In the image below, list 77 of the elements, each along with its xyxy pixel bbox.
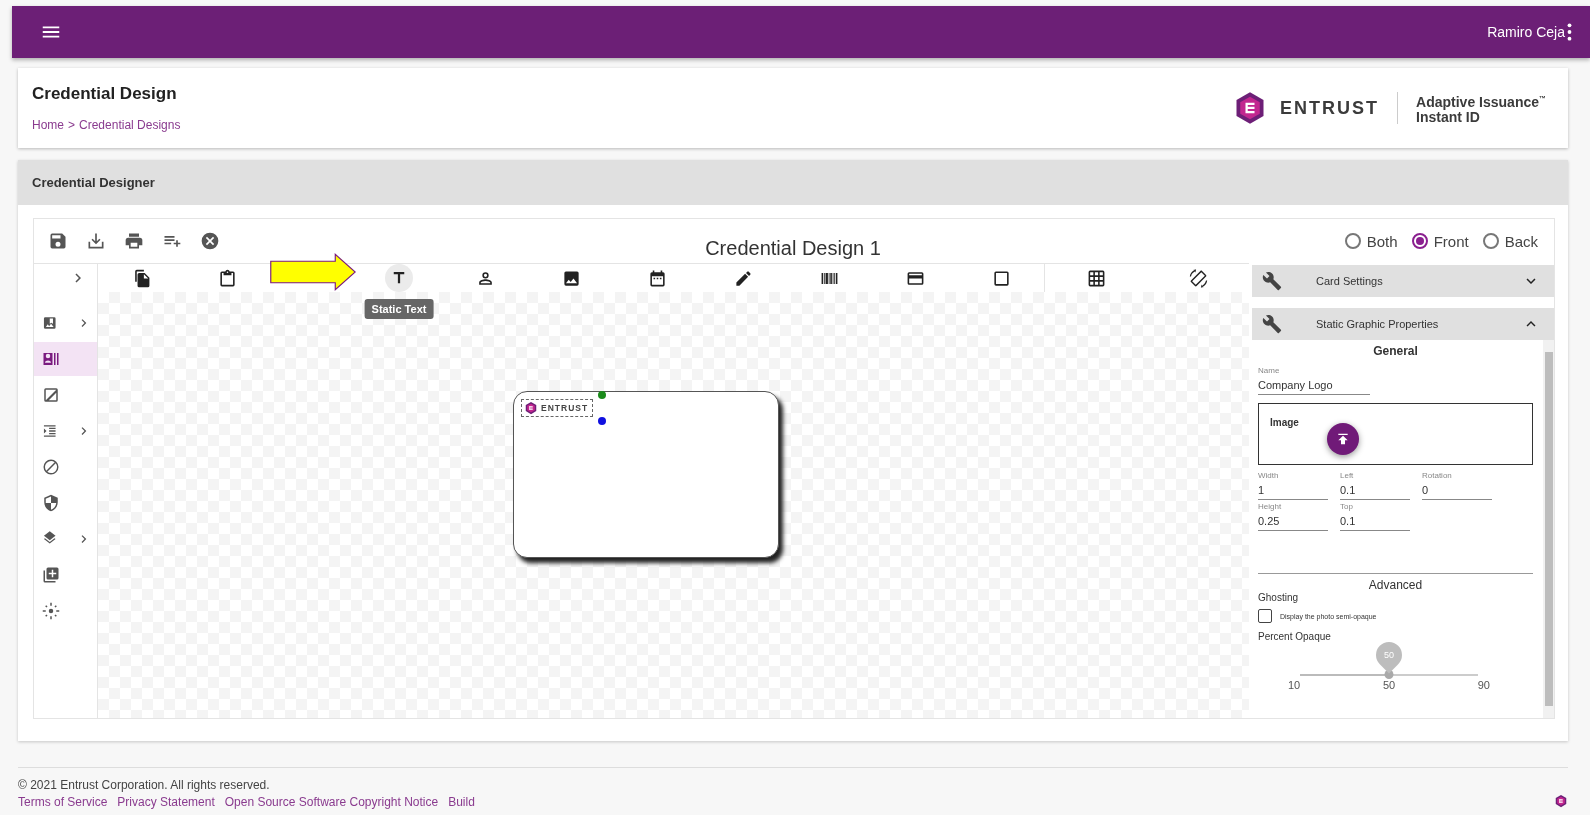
indent-list-icon — [42, 422, 58, 440]
save-button[interactable] — [48, 231, 68, 251]
group-heading: Advanced — [1367, 578, 1424, 592]
logo-wordmark: ENTRUST — [1280, 97, 1380, 119]
shield-icon — [42, 494, 60, 512]
field-label: Left — [1340, 471, 1355, 480]
field-label: Rotation — [1422, 471, 1453, 480]
tick-label: 90 — [1477, 679, 1490, 691]
cancel-icon — [200, 231, 220, 251]
block-icon — [42, 458, 60, 476]
footer-link[interactable]: Open Source Software Copyright Notice — [224, 795, 439, 809]
tooltip: Static Text — [364, 299, 434, 319]
page-title: Credential Design — [32, 84, 178, 104]
tick-label: 10 — [1288, 679, 1301, 691]
tool-button[interactable] — [385, 264, 413, 292]
scrollbar[interactable] — [1543, 340, 1554, 718]
number-field[interactable]: 0.25 — [1258, 511, 1328, 531]
cancel-button[interactable] — [200, 231, 220, 251]
product-name: Instant ID — [1416, 109, 1481, 125]
side-radio[interactable]: Back — [1482, 232, 1538, 250]
photo-icon — [42, 386, 60, 404]
image-icon — [561, 268, 581, 288]
product-name: Adaptive Issuance$^{™}$ — [1416, 92, 1546, 110]
field-label: Top — [1340, 502, 1354, 511]
id-card-icon — [42, 350, 60, 368]
field-label: Height — [1258, 502, 1283, 511]
section-header: Credential Designer — [18, 160, 1568, 205]
number-field[interactable]: 1 — [1258, 480, 1328, 500]
save-icon — [48, 231, 68, 251]
accordion-header[interactable]: Card Settings — [1252, 265, 1554, 297]
breadcrumb-separator: > — [68, 118, 76, 132]
footer-link[interactable]: Terms of Service — [18, 795, 108, 809]
footer-logo-icon — [1554, 794, 1568, 808]
rotate-handle[interactable] — [598, 391, 606, 399]
wrench-icon — [1262, 314, 1282, 334]
side-radio[interactable]: Front — [1411, 232, 1469, 250]
sidebar-item[interactable] — [34, 342, 97, 376]
more-button[interactable] — [1567, 23, 1572, 41]
upload-button[interactable] — [1326, 423, 1359, 455]
number-field[interactable]: 0.1 — [1340, 480, 1410, 500]
add-box-icon — [42, 566, 60, 584]
resize-handle[interactable] — [598, 417, 606, 425]
accordion-header[interactable]: Static Graphic Properties — [1252, 308, 1554, 340]
grid-icon — [1086, 268, 1106, 288]
option-label: Percent Opaque — [1258, 631, 1332, 642]
hexagon-logo-icon — [524, 401, 538, 415]
download-icon — [86, 231, 106, 251]
selected-logo[interactable]: ENTRUST — [521, 399, 594, 417]
more-icon — [1567, 23, 1572, 41]
clipboard-icon — [217, 268, 237, 288]
side-radio[interactable]: Both — [1344, 232, 1398, 250]
download-button[interactable] — [86, 231, 106, 251]
print-button[interactable] — [124, 231, 144, 251]
name-field[interactable]: Company Logo — [1258, 375, 1370, 395]
slider-reading: 50 — [1384, 650, 1394, 660]
user-name: Ramiro Ceja — [1487, 24, 1565, 40]
breadcrumb-link[interactable]: Credential Designs — [79, 118, 181, 132]
rotate-icon — [1188, 268, 1208, 288]
group-heading: General — [1372, 344, 1419, 358]
footer-link[interactable]: Build — [448, 795, 475, 809]
field-label: Width — [1258, 471, 1280, 480]
logo-wordmark: ENTRUST — [541, 403, 589, 413]
picture-icon — [42, 314, 58, 332]
option-label: Ghosting — [1258, 592, 1300, 603]
design-title: Credential Design 1 — [705, 235, 881, 260]
image-label: Image — [1270, 417, 1299, 430]
copyright-text: © 2021 Entrust Corporation. All rights reserved. — [18, 778, 271, 792]
field-label: Name — [1258, 366, 1281, 375]
breadcrumb-link[interactable]: Home — [32, 118, 64, 132]
center-focus-icon — [42, 602, 60, 620]
footer-link[interactable]: Privacy Statement — [117, 795, 215, 809]
tick-label: 50 — [1382, 679, 1396, 691]
calendar-icon — [647, 268, 667, 288]
wrench-icon — [1262, 271, 1282, 291]
number-field[interactable]: 0 — [1422, 480, 1492, 500]
print-icon — [124, 231, 144, 251]
number-field[interactable]: 0.1 — [1340, 511, 1410, 531]
